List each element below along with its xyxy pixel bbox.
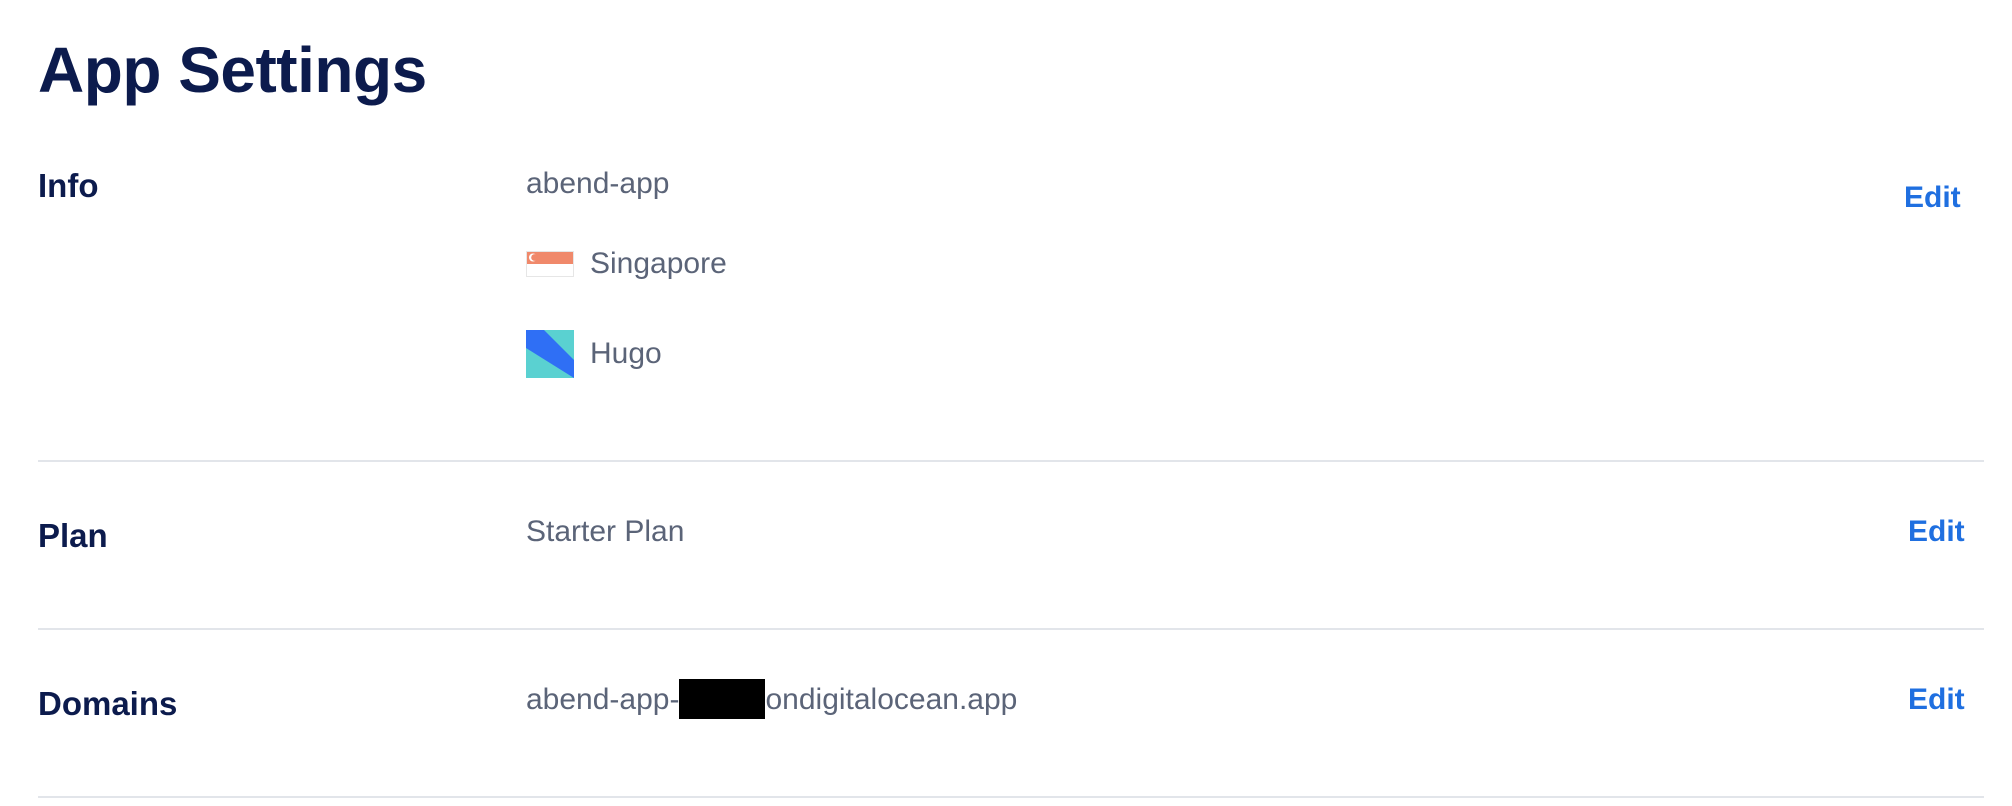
info-label: Info — [38, 167, 99, 204]
redaction-block — [679, 679, 766, 720]
domain-prefix: abend-app- — [526, 683, 680, 716]
domains-label: Domains — [38, 685, 178, 722]
singapore-flag-icon — [526, 251, 574, 277]
page-title: App Settings — [38, 34, 427, 106]
info-edit-link[interactable]: Edit — [1904, 178, 1961, 218]
framework-name: Hugo — [590, 337, 662, 370]
plan-value: Starter Plan — [526, 515, 685, 548]
domain-value: abend-app-ondigitalocean.app — [526, 679, 1018, 720]
region-row: Singapore — [526, 244, 727, 284]
domain-suffix: ondigitalocean.app — [765, 683, 1018, 716]
plan-label: Plan — [38, 517, 108, 554]
hugo-logo-icon — [526, 330, 574, 378]
framework-row: Hugo — [526, 330, 662, 378]
app-settings-page: App Settings Info abend-app Singapore Hu… — [0, 0, 2012, 806]
plan-divider — [38, 628, 1984, 630]
plan-edit-link[interactable]: Edit — [1908, 512, 1965, 552]
info-divider — [38, 460, 1984, 462]
domains-edit-link[interactable]: Edit — [1908, 680, 1965, 720]
region-name: Singapore — [590, 247, 727, 280]
app-name-value: abend-app — [526, 167, 670, 200]
domains-divider — [38, 796, 1984, 798]
